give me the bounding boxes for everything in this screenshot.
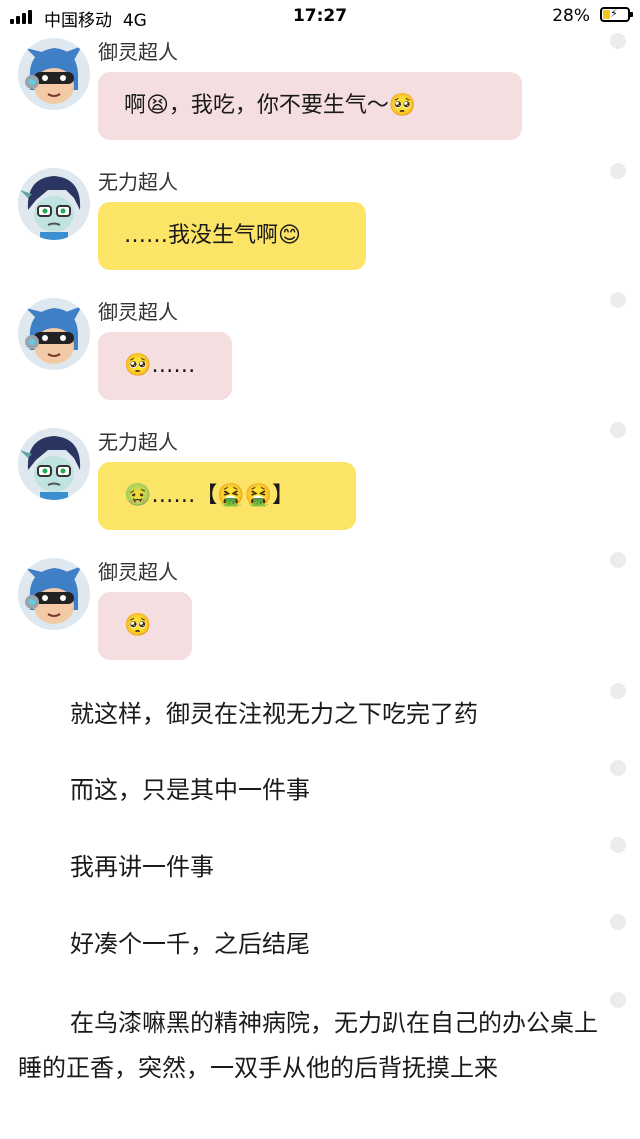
selection-dot[interactable] <box>610 163 626 179</box>
message-bubble[interactable]: 🥺…… <box>98 332 232 400</box>
sender-name: 御灵超人 <box>98 40 178 64</box>
story-paragraph: 好凑个一千，之后结尾 <box>70 930 310 958</box>
clock: 17:27 <box>292 6 348 26</box>
selection-dot[interactable] <box>610 33 626 49</box>
selection-dot[interactable] <box>610 837 626 853</box>
selection-dot[interactable] <box>610 683 626 699</box>
battery-icon: ⚡ <box>600 7 633 22</box>
dark-hero-avatar-icon <box>18 168 90 240</box>
sender-name: 御灵超人 <box>98 560 178 584</box>
avatar[interactable] <box>18 168 90 240</box>
selection-dot[interactable] <box>610 552 626 568</box>
sender-name: 无力超人 <box>98 430 178 454</box>
blue-hero-avatar-icon <box>18 298 90 370</box>
sender-name: 无力超人 <box>98 170 178 194</box>
story-paragraph: 而这，只是其中一件事 <box>70 776 310 804</box>
message-bubble[interactable]: ……我没生气啊😊 <box>98 202 366 270</box>
battery-percent: 28% <box>552 6 590 26</box>
story-paragraph: 就这样，御灵在注视无力之下吃完了药 <box>70 700 478 728</box>
selection-dot[interactable] <box>610 992 626 1008</box>
blue-hero-avatar-icon <box>18 558 90 630</box>
avatar[interactable] <box>18 428 90 500</box>
avatar[interactable] <box>18 38 90 110</box>
selection-dot[interactable] <box>610 760 626 776</box>
message-bubble[interactable]: 🥺 <box>98 592 192 660</box>
avatar[interactable] <box>18 298 90 370</box>
dark-hero-avatar-icon <box>18 428 90 500</box>
message-bubble[interactable]: 🤢……【🤮🤮】 <box>98 462 356 530</box>
selection-dot[interactable] <box>610 914 626 930</box>
selection-dot[interactable] <box>610 292 626 308</box>
selection-dot[interactable] <box>610 422 626 438</box>
sender-name: 御灵超人 <box>98 300 178 324</box>
status-bar: 中国移动 4G 17:27 28% ⚡ <box>0 0 640 32</box>
story-paragraph: 我再讲一件事 <box>70 853 214 881</box>
avatar[interactable] <box>18 558 90 630</box>
charging-bolt-icon: ⚡ <box>610 7 618 20</box>
story-paragraph: 在乌漆嘛黑的精神病院，无力趴在自己的办公桌上睡的正香，突然，一双手从他的后背抚摸… <box>18 1009 598 1082</box>
blue-hero-avatar-icon <box>18 38 90 110</box>
message-bubble[interactable]: 啊😫，我吃，你不要生气～🥺 <box>98 72 522 140</box>
